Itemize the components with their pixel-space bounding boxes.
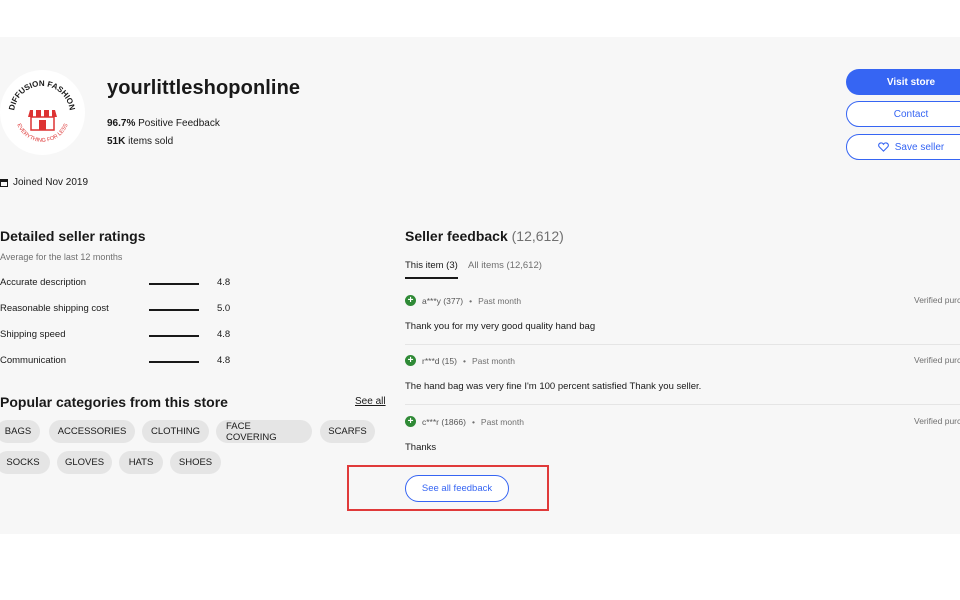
visit-store-button[interactable]: Visit store: [846, 69, 960, 95]
feedback-text: Thank you for my very good quality hand …: [405, 321, 596, 332]
rating-label: Reasonable shipping cost: [0, 303, 109, 314]
category-chip[interactable]: GLOVES: [57, 451, 112, 474]
feedback-user: c***r (1866): [422, 416, 466, 427]
ratings-subtitle: Average for the last 12 months: [0, 252, 123, 262]
rating-row: Reasonable shipping cost 5.0: [0, 303, 240, 317]
rating-row: Shipping speed 4.8: [0, 329, 240, 343]
category-chip[interactable]: HATS: [119, 451, 163, 474]
feedback-time: Past month: [471, 355, 515, 366]
see-all-categories-link[interactable]: See all: [355, 396, 386, 407]
tab-this-item[interactable]: This item (3): [405, 260, 458, 271]
rating-label: Accurate description: [0, 277, 87, 288]
feedback-text: The hand bag was very fine I'm 100 perce…: [405, 381, 702, 392]
svg-text:DIFFUSION FASHION: DIFFUSION FASHION: [7, 79, 77, 111]
verified-purchase: Verified purchase: [914, 295, 960, 305]
category-chip[interactable]: ACCESSORIES: [49, 420, 135, 443]
feedback-meta: + r***d (15) • Past month: [405, 355, 515, 366]
shop-awning-icon: [28, 110, 57, 131]
positive-rating-icon: +: [405, 295, 416, 306]
save-seller-button[interactable]: Save seller: [846, 134, 960, 160]
positive-rating-icon: +: [405, 416, 416, 427]
positive-feedback: 96.7% Positive Feedback: [107, 118, 220, 129]
positive-feedback-label: Positive Feedback: [138, 118, 220, 129]
feedback-title-label: Seller feedback: [405, 228, 508, 244]
feedback-meta: + c***r (1866) • Past month: [405, 416, 524, 427]
rating-row: Accurate description 4.8: [0, 277, 240, 291]
feedback-user: r***d (15): [422, 355, 457, 366]
seller-card: DIFFUSION FASHION EVERYTHING FOR LESS yo…: [0, 37, 960, 534]
active-tab-indicator: [405, 277, 458, 279]
rating-value: 4.8: [217, 355, 231, 366]
feedback-user: a***y (377): [422, 295, 464, 306]
feedback-text: Thanks: [405, 442, 437, 453]
store-logo[interactable]: DIFFUSION FASHION EVERYTHING FOR LESS: [0, 70, 85, 155]
rating-value: 4.8: [217, 329, 231, 340]
bullet: •: [469, 295, 473, 306]
items-sold-label: items sold: [128, 136, 174, 147]
categories-title: Popular categories from this store: [0, 394, 228, 410]
feedback-count: (12,612): [511, 228, 564, 244]
rating-row: Communication 4.8: [0, 355, 240, 369]
positive-feedback-value: 96.7%: [107, 118, 136, 129]
tab-all-items[interactable]: All items (12,612): [468, 260, 542, 271]
ratings-title: Detailed seller ratings: [0, 228, 146, 244]
category-chip[interactable]: BAGS: [0, 420, 40, 443]
shop-name[interactable]: yourlittleshoponline: [107, 77, 300, 100]
divider: [405, 344, 960, 345]
rating-value: 5.0: [217, 303, 231, 314]
rating-value: 4.8: [217, 277, 231, 288]
contact-button[interactable]: Contact: [846, 101, 960, 127]
category-chip[interactable]: SOCKS: [0, 451, 50, 474]
rating-label: Communication: [0, 355, 66, 366]
rating-label: Shipping speed: [0, 329, 66, 340]
items-sold: 51K items sold: [107, 136, 173, 147]
category-chip[interactable]: SCARFS: [320, 420, 375, 443]
contact-label: Contact: [893, 108, 929, 120]
category-chip[interactable]: SHOES: [170, 451, 221, 474]
feedback-meta: + a***y (377) • Past month: [405, 295, 521, 306]
verified-purchase: Verified purchase: [914, 355, 960, 365]
category-chip[interactable]: FACE COVERING: [216, 420, 312, 443]
rating-bar: [149, 361, 199, 363]
category-chip[interactable]: CLOTHING: [142, 420, 209, 443]
heart-icon: [877, 142, 889, 152]
calendar-icon: [0, 178, 8, 187]
joined-date: Joined Nov 2019: [0, 177, 88, 188]
feedback-time: Past month: [480, 416, 524, 427]
verified-purchase: Verified purchase: [914, 416, 960, 426]
rating-bar: [149, 309, 199, 311]
positive-rating-icon: +: [405, 355, 416, 366]
visit-store-label: Visit store: [886, 76, 936, 88]
rating-bar: [149, 283, 199, 285]
highlight-box: [347, 465, 549, 511]
bullet: •: [471, 416, 475, 427]
rating-bar: [149, 335, 199, 337]
feedback-time: Past month: [478, 295, 522, 306]
divider: [405, 404, 960, 405]
items-sold-value: 51K: [107, 136, 126, 147]
bullet: •: [462, 355, 466, 366]
feedback-title: Seller feedback (12,612): [405, 228, 564, 244]
save-seller-label: Save seller: [894, 141, 945, 153]
joined-label: Joined Nov 2019: [13, 177, 89, 188]
logo-text-top: DIFFUSION FASHION: [7, 79, 77, 111]
